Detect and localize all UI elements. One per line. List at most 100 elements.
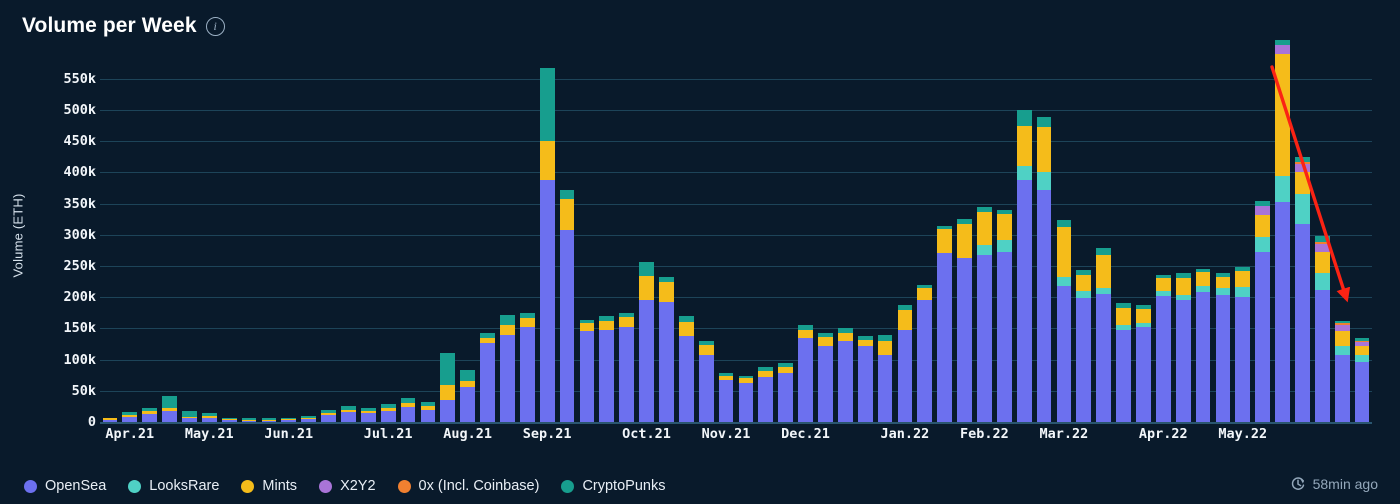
- bar-column[interactable]: [559, 190, 575, 422]
- bar-column[interactable]: [440, 353, 456, 422]
- legend-label: OpenSea: [45, 478, 107, 494]
- y-axis-tick-label: 400k: [63, 164, 96, 181]
- bar-column[interactable]: [301, 415, 317, 422]
- bar-column[interactable]: [1116, 302, 1131, 422]
- bar-column[interactable]: [1334, 320, 1350, 422]
- legend-item-looksrare[interactable]: LooksRare: [128, 478, 219, 494]
- bar-column[interactable]: [837, 328, 853, 422]
- bar-column[interactable]: [1096, 247, 1112, 422]
- bar-segment-opensea: [678, 335, 694, 422]
- bar-column[interactable]: [738, 375, 754, 422]
- bar-column[interactable]: [996, 209, 1012, 422]
- bar-column[interactable]: [1056, 219, 1072, 422]
- bar-segment-opensea: [142, 413, 158, 422]
- x-axis-tick-label: Aug.21: [443, 426, 493, 442]
- bar-column[interactable]: [182, 410, 197, 422]
- bar-segment-opensea: [1116, 329, 1131, 422]
- bar-segment-mints: [1175, 278, 1191, 295]
- bar-column[interactable]: [261, 418, 277, 422]
- bar-segment-opensea: [857, 345, 873, 422]
- bar-segment-mints: [1235, 270, 1251, 288]
- bar-segment-mints: [1295, 172, 1310, 194]
- bar-segment-looksrare: [1036, 172, 1052, 190]
- bar-column[interactable]: [102, 418, 118, 422]
- legend-item-x2y2[interactable]: X2Y2: [319, 478, 376, 494]
- y-axis-tick-label: 150k: [63, 320, 96, 337]
- bar-column[interactable]: [798, 324, 813, 422]
- bar-column[interactable]: [1076, 269, 1092, 422]
- bar-column[interactable]: [718, 373, 734, 422]
- bar-column[interactable]: [281, 417, 297, 422]
- bar-column[interactable]: [162, 395, 177, 422]
- bar-column[interactable]: [122, 412, 138, 422]
- bar-column[interactable]: [758, 367, 774, 422]
- bar-column[interactable]: [539, 67, 555, 422]
- bar-segment-cryptopunks: [460, 369, 476, 381]
- bar-column[interactable]: [917, 284, 933, 422]
- bar-segment-mints: [837, 333, 853, 341]
- bar-column[interactable]: [857, 335, 873, 422]
- bar-segment-x2y2: [1314, 243, 1330, 253]
- bar-column[interactable]: [341, 406, 356, 422]
- legend-item-mints[interactable]: Mints: [241, 478, 297, 494]
- bar-column[interactable]: [400, 398, 416, 422]
- bar-column[interactable]: [1195, 268, 1211, 422]
- bar-column[interactable]: [460, 369, 476, 422]
- bar-column[interactable]: [977, 207, 992, 422]
- bar-column[interactable]: [599, 315, 615, 422]
- bar-segment-looksrare: [977, 244, 992, 255]
- volume-chart-widget: Volume per Week i Volume (ETH) 0 50k 100k 1…: [0, 0, 1400, 504]
- legend-label: X2Y2: [340, 478, 376, 494]
- bar-column[interactable]: [877, 334, 893, 422]
- bar-column[interactable]: [380, 403, 396, 422]
- bar-segment-opensea: [1215, 294, 1231, 422]
- bar-column[interactable]: [1136, 305, 1151, 422]
- bar-column[interactable]: [221, 417, 237, 422]
- bar-column[interactable]: [321, 410, 336, 422]
- bar-column[interactable]: [480, 333, 495, 422]
- bar-column[interactable]: [241, 418, 257, 422]
- bar-column[interactable]: [519, 313, 535, 422]
- bar-column[interactable]: [957, 218, 972, 422]
- bar-column[interactable]: [1235, 267, 1251, 422]
- bar-segment-mints: [957, 223, 972, 259]
- bar-column[interactable]: [1295, 157, 1310, 422]
- bar-column[interactable]: [500, 314, 515, 422]
- x-axis-tick-label: May.22: [1218, 426, 1268, 442]
- legend-item-cryptopunks[interactable]: CryptoPunks: [561, 478, 665, 494]
- bar-column[interactable]: [1175, 273, 1191, 422]
- bar-column[interactable]: [1215, 273, 1231, 422]
- bar-column[interactable]: [1255, 201, 1271, 422]
- legend-item-opensea[interactable]: OpenSea: [24, 478, 106, 494]
- last-updated: 58min ago: [1290, 476, 1378, 492]
- bar-segment-opensea: [798, 338, 813, 422]
- bar-column[interactable]: [1155, 274, 1171, 422]
- bar-column[interactable]: [678, 315, 694, 422]
- bar-segment-mints: [1155, 278, 1171, 291]
- bar-column[interactable]: [1016, 109, 1032, 422]
- bar-segment-mints: [1255, 214, 1271, 238]
- bar-column[interactable]: [142, 407, 158, 422]
- bar-segment-opensea: [360, 413, 376, 422]
- bar-column[interactable]: [639, 262, 654, 422]
- bar-column[interactable]: [698, 340, 714, 422]
- bar-column[interactable]: [1314, 236, 1330, 422]
- bar-column[interactable]: [778, 363, 794, 422]
- bar-column[interactable]: [619, 313, 635, 422]
- bar-column[interactable]: [659, 277, 674, 422]
- bar-column[interactable]: [1354, 338, 1370, 422]
- bar-column[interactable]: [937, 226, 953, 422]
- legend-item-zerox[interactable]: 0x (Incl. Coinbase): [397, 478, 539, 494]
- bar-column[interactable]: [420, 402, 436, 422]
- plot-canvas: [100, 40, 1372, 424]
- bar-column[interactable]: [579, 319, 595, 422]
- bar-column[interactable]: [1275, 40, 1290, 422]
- bar-segment-opensea: [718, 379, 734, 422]
- bar-column[interactable]: [360, 408, 376, 422]
- bar-segment-mints: [798, 329, 813, 339]
- bar-column[interactable]: [1036, 117, 1052, 422]
- bar-column[interactable]: [201, 412, 217, 422]
- bar-column[interactable]: [818, 333, 833, 422]
- info-icon[interactable]: i: [205, 16, 225, 36]
- bar-column[interactable]: [897, 304, 913, 422]
